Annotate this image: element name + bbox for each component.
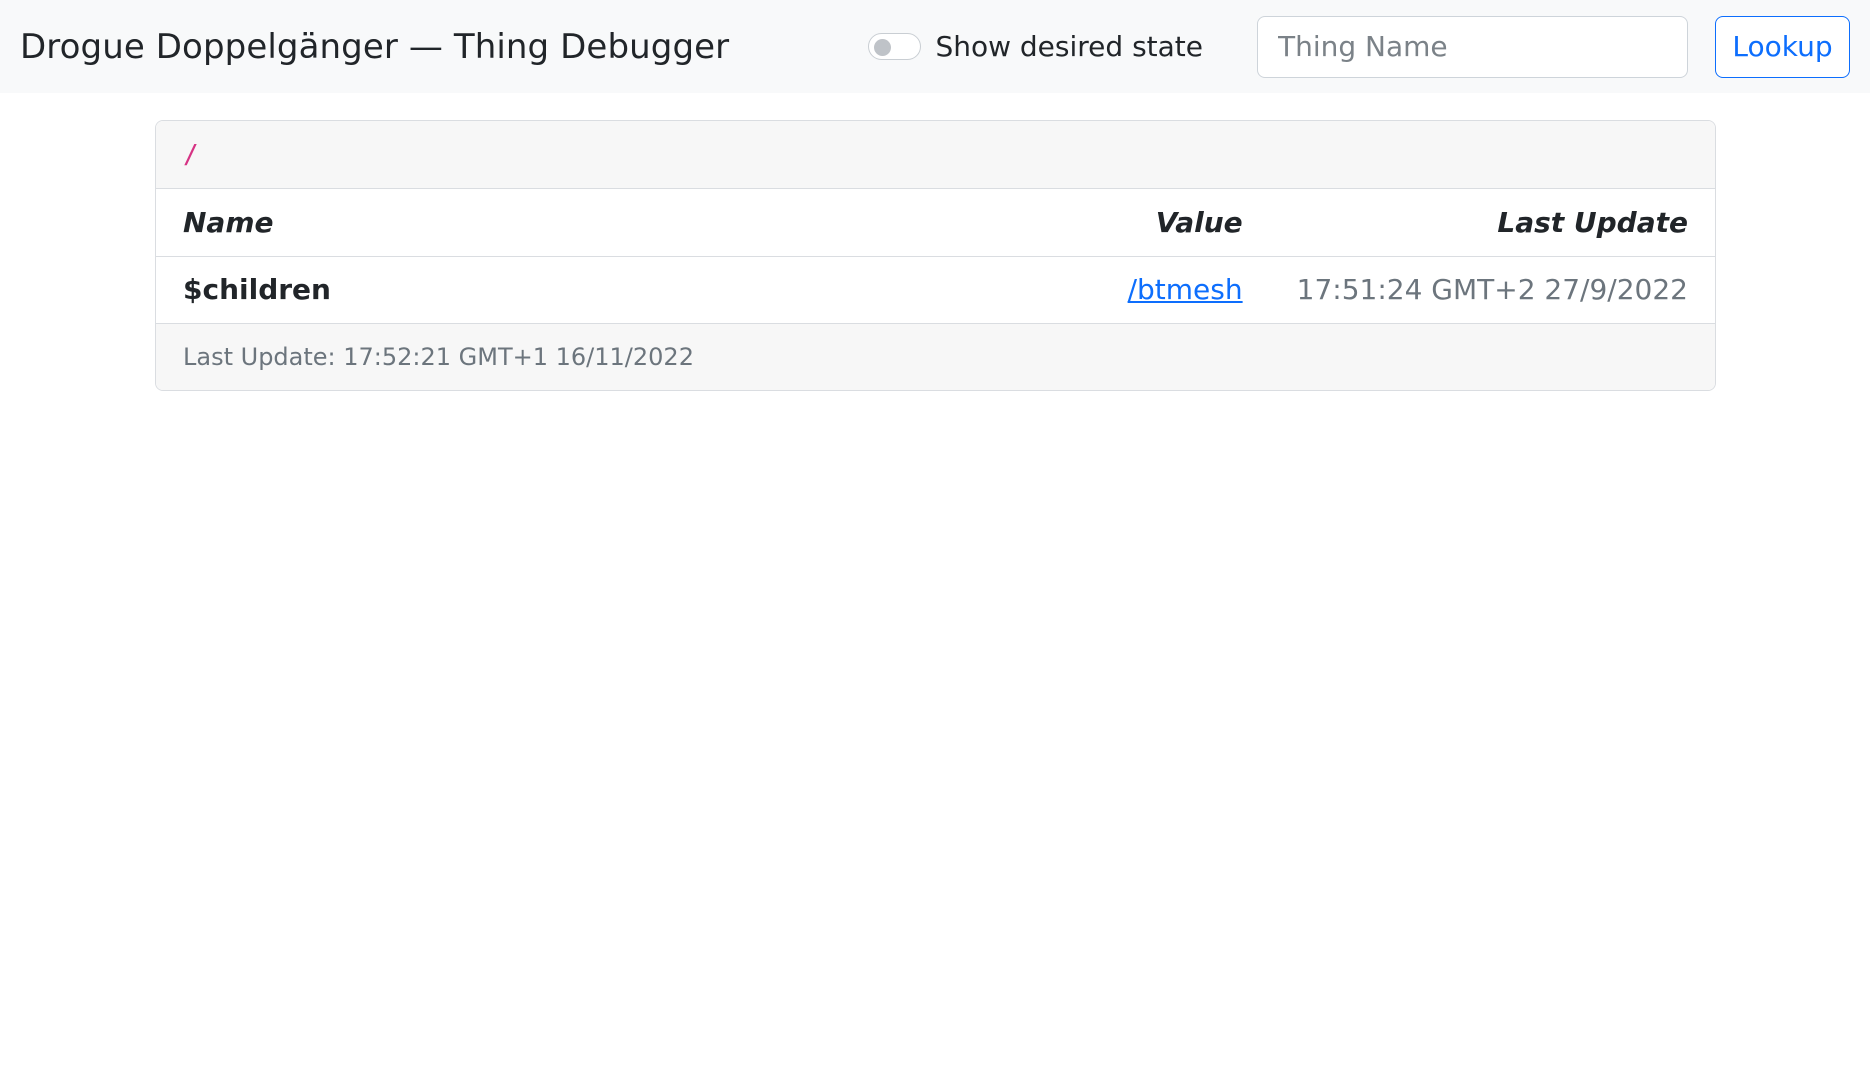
app-title: Drogue Doppelgänger — Thing Debugger [20,26,730,67]
row-value-link[interactable]: /btmesh [1128,273,1243,306]
row-last-update: 17:51:24 GMT+2 27/9/2022 [1296,273,1688,307]
toggle-knob [874,39,892,56]
show-desired-state-toggle[interactable]: Show desired state [868,30,1203,63]
toggle-switch[interactable] [868,33,922,60]
lookup-button[interactable]: Lookup [1715,15,1850,78]
thing-state-card: / Name Value Last Update $children /btme… [155,120,1716,391]
card-header: / [156,121,1715,189]
navbar: Drogue Doppelgänger — Thing Debugger Sho… [0,0,1870,93]
current-path: / [183,139,199,170]
state-table: Name Value Last Update $children /btmesh… [156,189,1715,323]
table-header-row: Name Value Last Update [156,189,1715,257]
row-name: $children [183,273,331,307]
thing-name-input[interactable] [1257,15,1688,78]
row-value-cell: /btmesh [924,256,1269,323]
table-row: $children /btmesh 17:51:24 GMT+2 27/9/20… [156,256,1715,323]
column-header-value: Value [924,189,1270,257]
column-header-last-update: Last Update [1269,189,1715,257]
toggle-label: Show desired state [935,30,1203,63]
card-footer: Last Update: 17:52:21 GMT+1 16/11/2022 [156,323,1715,390]
column-header-name: Name [156,189,925,257]
footer-last-update: Last Update: 17:52:21 GMT+1 16/11/2022 [183,343,694,371]
navbar-controls: Show desired state Lookup [868,0,1850,93]
